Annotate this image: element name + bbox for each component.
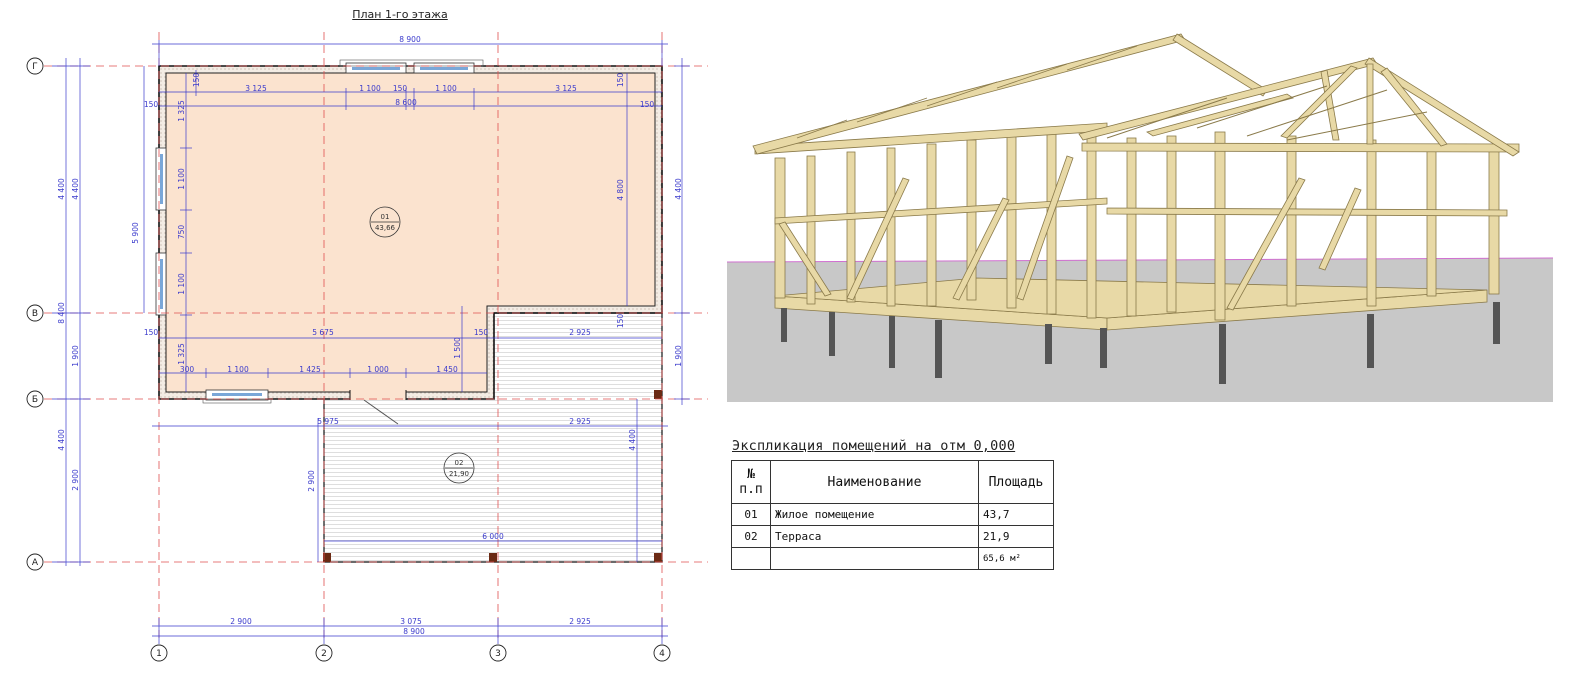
window-left-1 bbox=[155, 147, 167, 211]
table-row: 01 Жилое помещение 43,7 bbox=[731, 503, 1054, 526]
window-bottom bbox=[202, 389, 272, 404]
dim-left-outer-1: 4 400 bbox=[57, 178, 66, 200]
dim-mid-150: 150 bbox=[474, 328, 489, 337]
dim-left-mid-1: 4 400 bbox=[71, 178, 80, 200]
row-num: 02 bbox=[731, 525, 771, 548]
total-area: 65,6 м² bbox=[978, 547, 1054, 570]
window-top-2 bbox=[413, 62, 475, 74]
header-num-line2: п.п bbox=[739, 482, 763, 497]
axis-marker-4: 4 bbox=[659, 649, 665, 659]
header-name: Наименование bbox=[770, 460, 979, 504]
dim-terrace-height: 2 900 bbox=[307, 470, 316, 492]
dim-right-outer-top: 4 400 bbox=[674, 178, 683, 200]
dim-left-mid-2: 8 400 bbox=[57, 302, 66, 324]
axis-marker-g: Г bbox=[32, 62, 38, 72]
dim-top-2: 1 100 bbox=[359, 84, 381, 93]
dim-right-inner: 4 800 bbox=[616, 179, 625, 201]
header-area: Площадь bbox=[978, 460, 1054, 504]
dim-left-inner: 5 900 bbox=[131, 222, 140, 244]
dim-right-outer-mid: 1 900 bbox=[674, 345, 683, 367]
dim-left-outer-2: 1 900 bbox=[71, 345, 80, 367]
post bbox=[489, 553, 497, 562]
axis-marker-b: Б bbox=[32, 395, 38, 405]
dim-below-b-left: 5 975 bbox=[317, 417, 339, 426]
axis-marker-1: 1 bbox=[156, 649, 162, 659]
dim-left-outer-4: 2 900 bbox=[71, 469, 80, 491]
header-num: № п.п bbox=[731, 460, 771, 504]
dim-top-4: 1 100 bbox=[435, 84, 457, 93]
dim-left-150-bottom: 150 bbox=[144, 328, 159, 337]
explication-table: № п.п Наименование Площадь 01 Жилое поме… bbox=[731, 460, 1054, 570]
row-area: 21,9 bbox=[978, 525, 1054, 548]
dim-top-5: 3 125 bbox=[555, 84, 577, 93]
room-01-area: 43,66 bbox=[375, 224, 396, 232]
dim-bottom-5: 1 450 bbox=[436, 365, 458, 374]
table-header-row: № п.п Наименование Площадь bbox=[731, 460, 1054, 504]
dim-bottom-3: 1 425 bbox=[299, 365, 321, 374]
axis-marker-3: 3 bbox=[495, 649, 501, 659]
dim-overall-bottom: 8 900 bbox=[403, 627, 425, 636]
row-name: Терраса bbox=[770, 525, 979, 548]
dim-overall-top: 8 900 bbox=[399, 35, 421, 44]
dim-bottom-chain-3: 2 925 bbox=[569, 617, 591, 626]
dim-left-window-5: 1 325 bbox=[177, 343, 186, 365]
row-num: 01 bbox=[731, 503, 771, 526]
axis-marker-2: 2 bbox=[321, 649, 327, 659]
table-row: 02 Терраса 21,9 bbox=[731, 525, 1054, 548]
dim-top-inner: 8 600 bbox=[395, 98, 417, 107]
dim-top-150-corner: 150 bbox=[192, 73, 201, 88]
dim-left-window-4: 1 100 bbox=[177, 273, 186, 295]
dim-terrace-right-height: 4 400 bbox=[628, 429, 637, 451]
dim-left-outer-3: 4 400 bbox=[57, 429, 66, 451]
axis-marker-v: В bbox=[32, 309, 38, 319]
table-total-row: 65,6 м² bbox=[731, 547, 1054, 570]
dim-bottom-chain-2: 3 075 bbox=[400, 617, 422, 626]
row-area: 43,7 bbox=[978, 503, 1054, 526]
dim-bottom-chain-1: 2 900 bbox=[230, 617, 252, 626]
room-02-area: 21,90 bbox=[449, 470, 469, 478]
dim-bottom-2: 1 100 bbox=[227, 365, 249, 374]
row-name: Жилое помещение bbox=[770, 503, 979, 526]
dim-vertical-1500: 1 500 bbox=[453, 337, 462, 359]
explication-title: Экспликация помещений на отм 0,000 bbox=[732, 438, 1016, 454]
dim-bottom-4: 1 000 bbox=[367, 365, 389, 374]
dim-left-window-1: 1 325 bbox=[177, 100, 186, 122]
dim-below-b-right: 2 925 bbox=[569, 417, 591, 426]
dim-right-terrace-top: 2 925 bbox=[569, 328, 591, 337]
axis-marker-a: А bbox=[32, 558, 39, 568]
dim-top-150-left: 150 bbox=[144, 100, 159, 109]
dim-left-window-2: 1 100 bbox=[177, 168, 186, 190]
room-01-number: 01 bbox=[381, 213, 390, 221]
floor-plan: Г В Б А 1 2 3 4 01 43,66 02 21,90 8 900 … bbox=[26, 32, 708, 662]
dim-right-150: 150 bbox=[616, 314, 625, 329]
window-left-2 bbox=[155, 252, 167, 316]
dim-left-window-3: 750 bbox=[177, 225, 186, 240]
dim-mid-chain: 5 675 bbox=[312, 328, 334, 337]
frame-3d-view bbox=[727, 28, 1553, 402]
dim-top-150-right: 150 bbox=[640, 100, 655, 109]
post bbox=[654, 390, 662, 399]
dim-top-1: 3 125 bbox=[245, 84, 267, 93]
terrace-deck-top bbox=[494, 313, 662, 399]
room-02-number: 02 bbox=[455, 459, 464, 467]
dim-bottom-1: 300 bbox=[180, 365, 195, 374]
window-top-1 bbox=[345, 62, 407, 74]
dim-terrace-width: 6 000 bbox=[482, 532, 504, 541]
header-num-line1: № bbox=[747, 467, 755, 482]
dim-top-3: 150 bbox=[393, 84, 408, 93]
dim-right-150-top: 150 bbox=[616, 73, 625, 88]
post bbox=[654, 553, 662, 562]
